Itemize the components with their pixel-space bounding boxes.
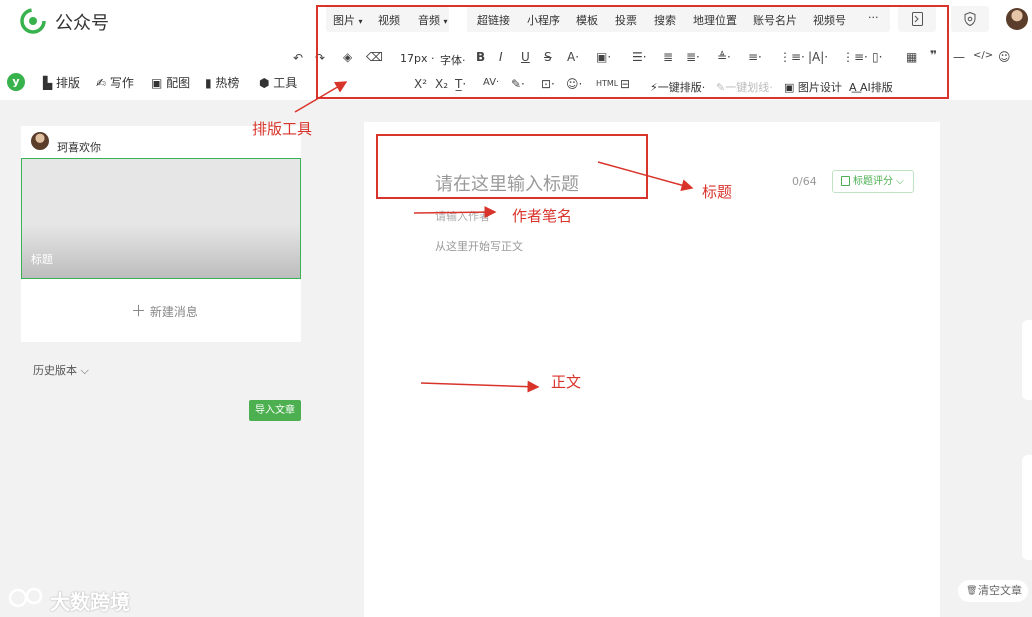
- annotation-arrows: [294, 81, 694, 393]
- annotation-toolbar-label: 排版工具: [252, 120, 313, 138]
- editor-page: 公众号 图片 ▾ 视频 音频 ▾ 超链接 小程序 模板 投票 搜索 地理位置 账…: [0, 0, 1032, 617]
- annotation-title-label: 标题: [702, 183, 733, 201]
- annotation-author-label: 作者笔名: [512, 207, 573, 225]
- annotation-body-label: 正文: [551, 373, 582, 391]
